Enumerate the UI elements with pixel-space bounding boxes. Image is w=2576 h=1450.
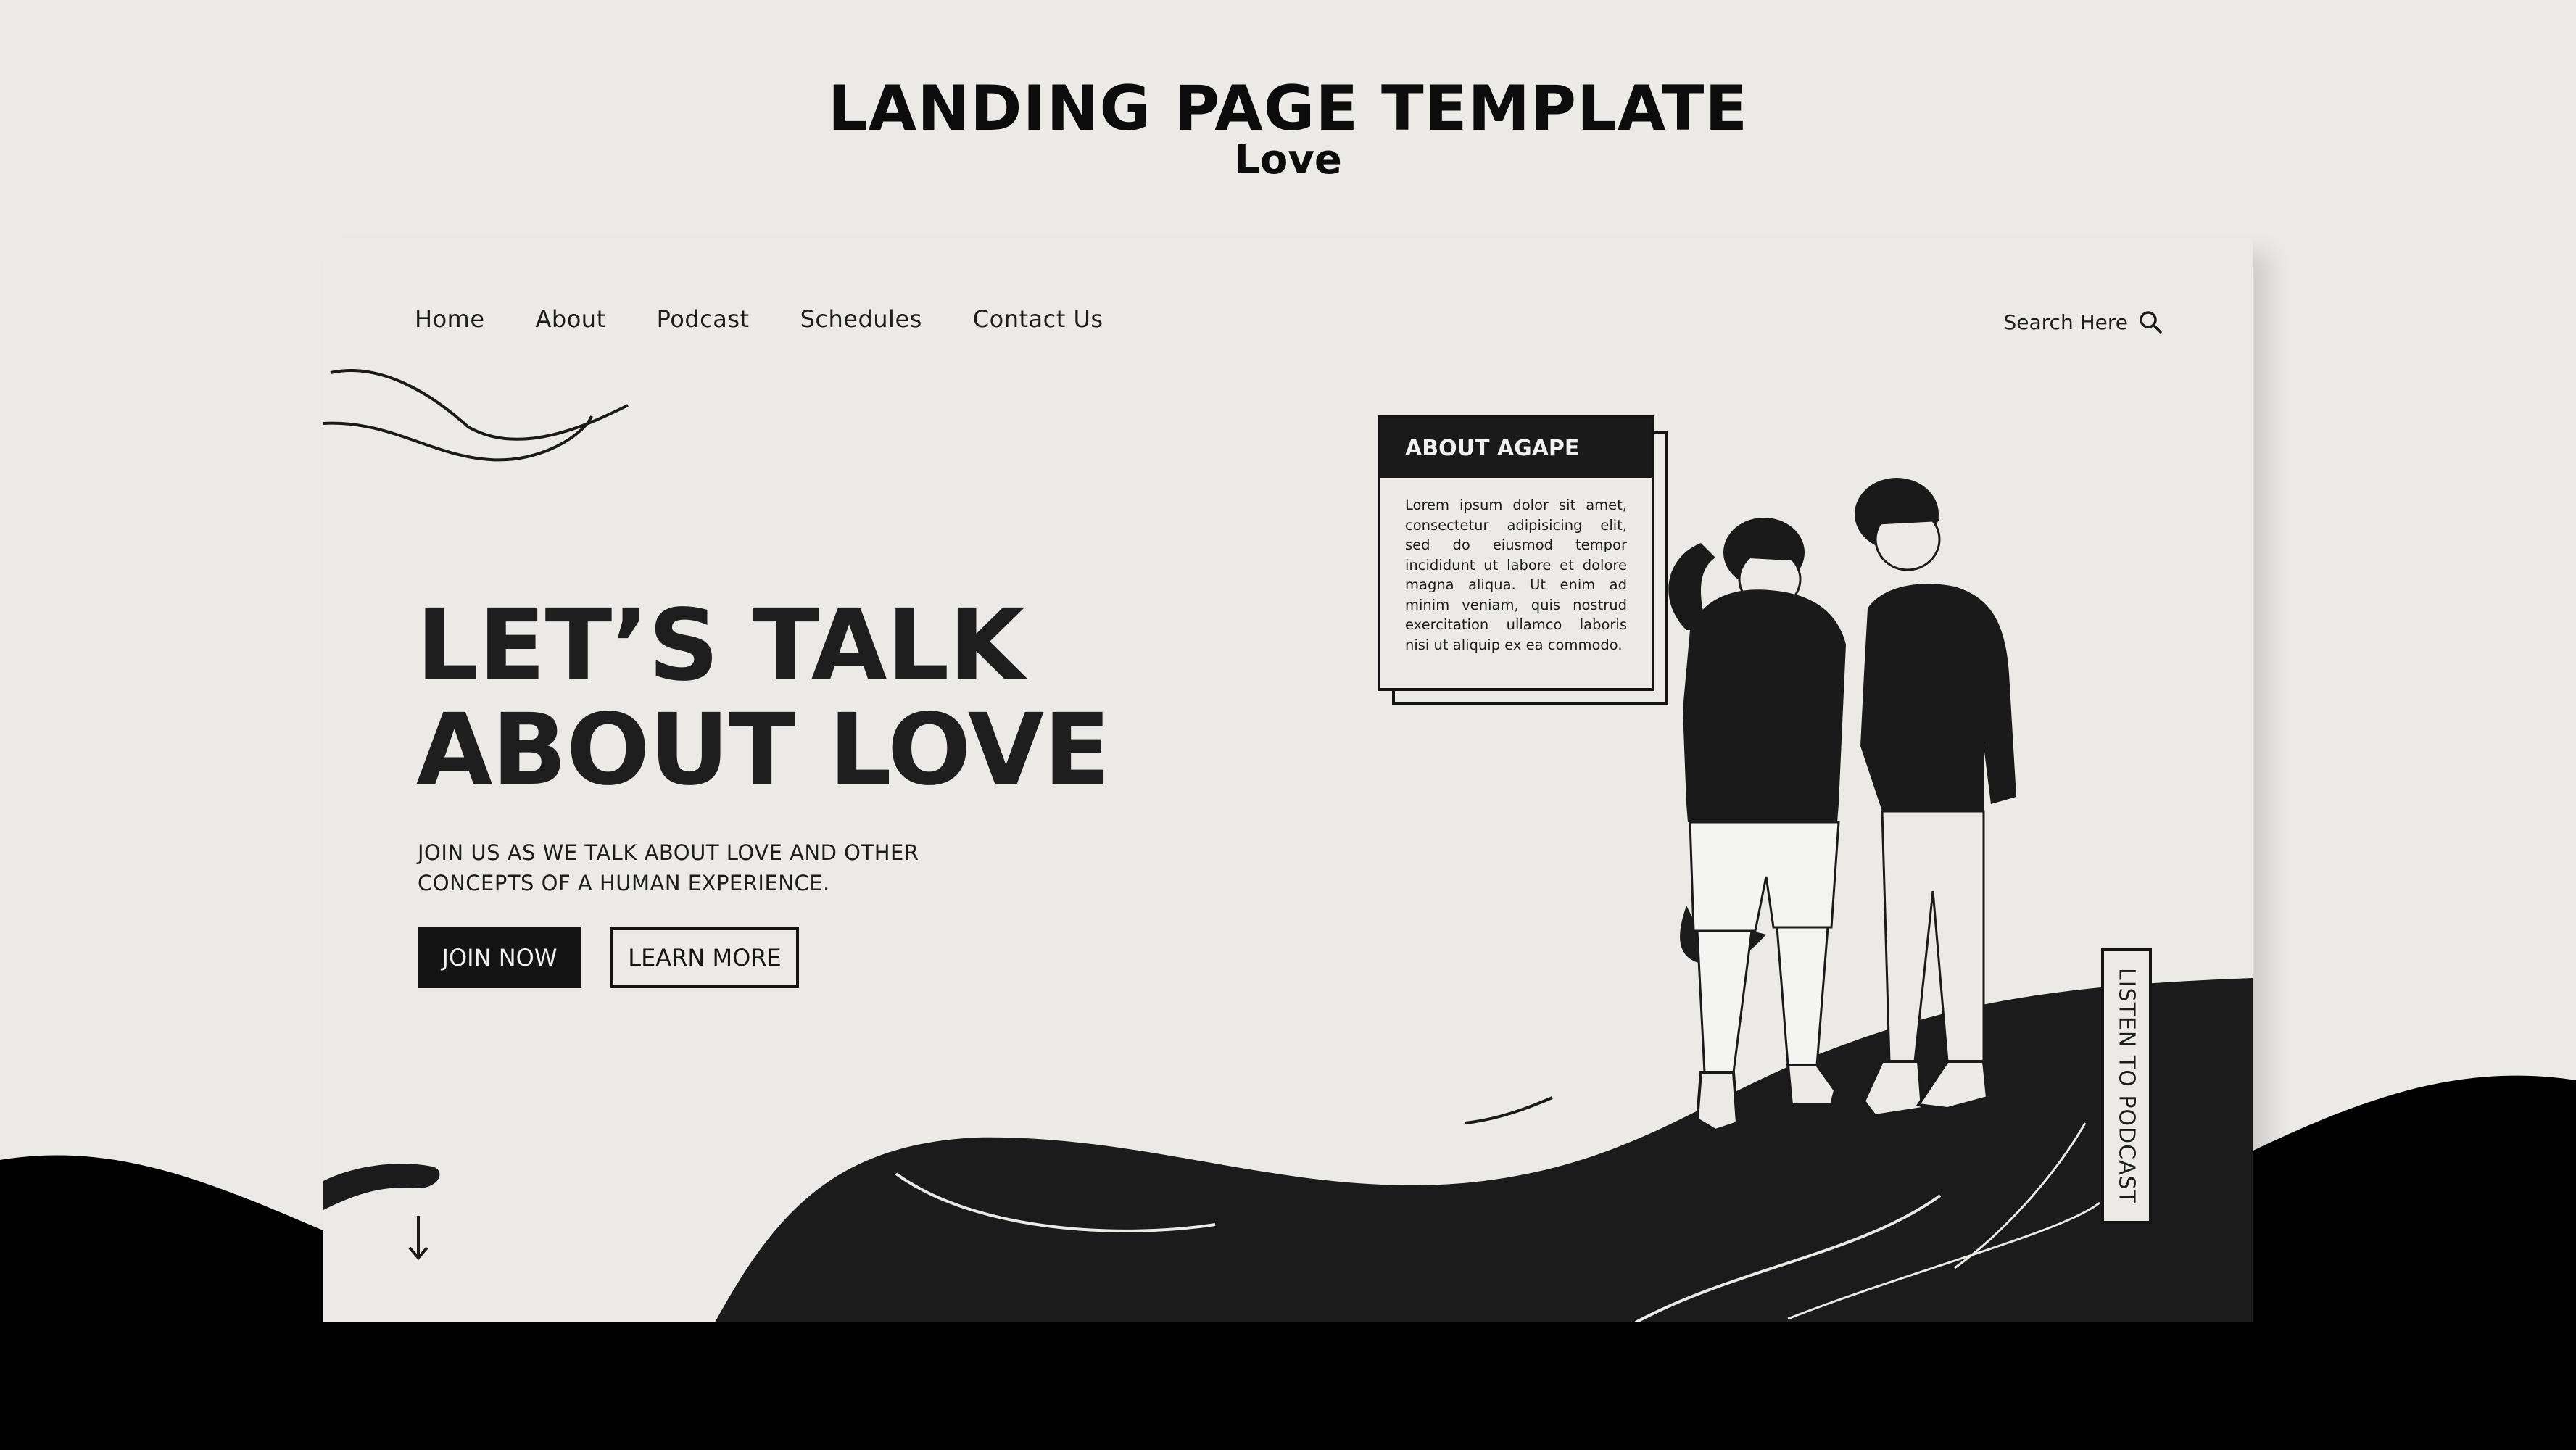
hero-title-line-2: ABOUT LOVE	[416, 693, 1111, 808]
nav-schedules[interactable]: Schedules	[800, 305, 922, 333]
main-nav: Home About Podcast Schedules Contact Us	[415, 305, 1154, 333]
join-now-button[interactable]: JOIN NOW	[418, 927, 581, 988]
page-title: LANDING PAGE TEMPLATE	[827, 72, 1749, 145]
hero-title-line-1: LET’S TALK	[416, 589, 1025, 703]
listen-to-podcast-tab[interactable]: LISTEN TO PODCAST	[2101, 948, 2152, 1224]
nav-home[interactable]: Home	[415, 305, 485, 333]
landing-page-card: Home About Podcast Schedules Contact Us …	[323, 239, 2253, 1322]
person-hoodie-figure	[1668, 518, 1846, 1132]
nav-contact-us[interactable]: Contact Us	[973, 305, 1103, 333]
arrow-down-icon[interactable]	[407, 1214, 429, 1261]
about-agape-title: ABOUT AGAPE	[1380, 418, 1652, 478]
about-agape-text: Lorem ipsum dolor sit amet, consectetur …	[1405, 497, 1627, 653]
search-label: Search Here	[2003, 310, 2129, 334]
page-subtitle: Love	[1234, 136, 1342, 183]
search-control[interactable]: Search Here	[2004, 310, 2163, 334]
search-icon[interactable]	[2138, 310, 2163, 334]
nav-about[interactable]: About	[536, 305, 606, 333]
nav-podcast[interactable]: Podcast	[657, 305, 750, 333]
about-agape-box: ABOUT AGAPE Lorem ipsum dolor sit amet, …	[1378, 415, 1654, 691]
listen-to-podcast-label: LISTEN TO PODCAST	[2113, 968, 2140, 1204]
learn-more-button[interactable]: LEARN MORE	[610, 927, 799, 988]
hero-title: LET’S TALK ABOUT LOVE	[416, 589, 1111, 808]
hero-subtitle: JOIN US AS WE TALK ABOUT LOVE AND OTHER …	[418, 840, 919, 895]
